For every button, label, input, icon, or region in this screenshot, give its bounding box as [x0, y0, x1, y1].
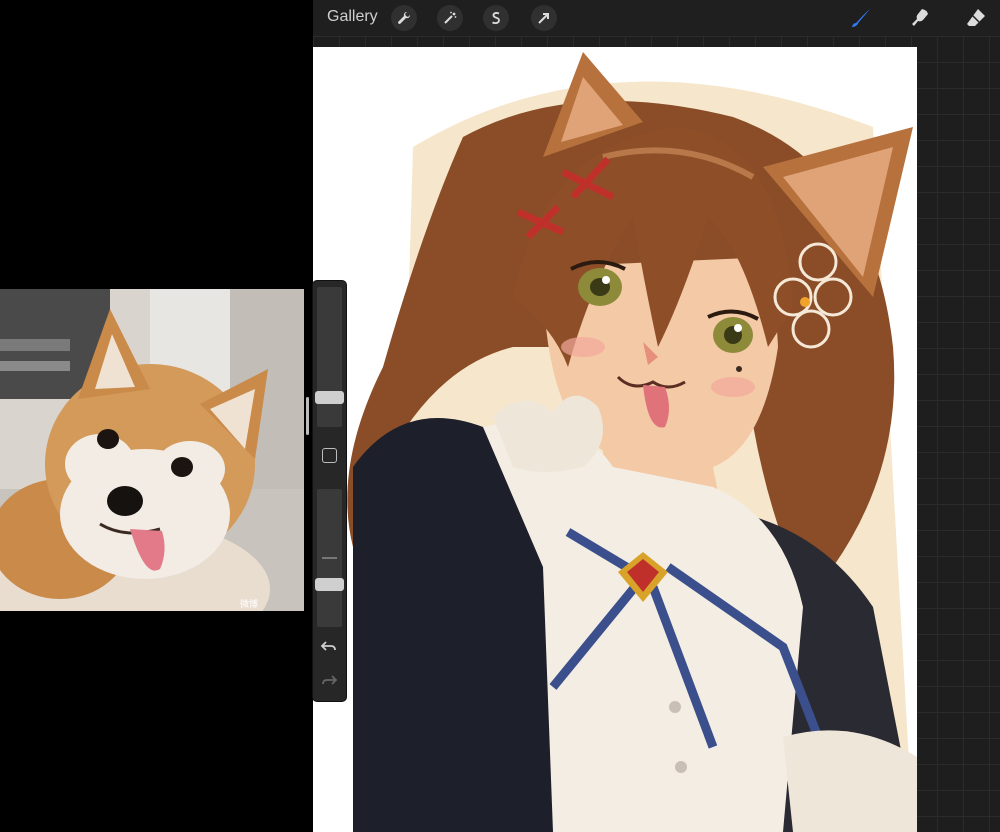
reference-area: 微博 [0, 0, 313, 832]
magic-wand-icon [444, 11, 457, 24]
eraser-tool-button[interactable] [961, 4, 991, 32]
actions-button[interactable] [391, 5, 417, 31]
adjustments-button[interactable] [437, 5, 463, 31]
selection-s-icon [492, 12, 500, 25]
brush-opacity-handle[interactable] [315, 578, 344, 592]
wrench-icon [398, 11, 411, 24]
brush-sidebar [313, 281, 346, 701]
smudge-tool-button[interactable] [905, 4, 935, 32]
gallery-button[interactable]: Gallery [327, 8, 378, 26]
arrow-cursor-icon [538, 13, 549, 24]
shiba-dog-image: 微博 [0, 289, 304, 611]
brush-tool-button[interactable] [846, 4, 876, 32]
drawing-canvas[interactable] [313, 47, 917, 832]
brush-size-handle[interactable] [315, 391, 344, 404]
redo-button[interactable] [320, 671, 338, 689]
redo-icon [322, 675, 338, 685]
reference-photo[interactable]: 微博 [0, 289, 304, 611]
anime-illustration [313, 47, 917, 832]
brush-icon [852, 9, 870, 27]
brush-size-slider[interactable] [317, 287, 342, 427]
brush-opacity-tick [322, 557, 337, 559]
watermark-text: 微博 [240, 598, 258, 610]
selection-button[interactable] [483, 5, 509, 31]
undo-icon [320, 641, 336, 651]
smudge-icon [912, 9, 928, 26]
top-toolbar: Gallery [313, 0, 1000, 36]
reference-resize-handle[interactable] [306, 397, 309, 435]
modify-square-button[interactable] [322, 448, 337, 463]
transform-button[interactable] [531, 5, 557, 31]
eraser-icon [967, 9, 985, 26]
undo-button[interactable] [320, 637, 338, 655]
